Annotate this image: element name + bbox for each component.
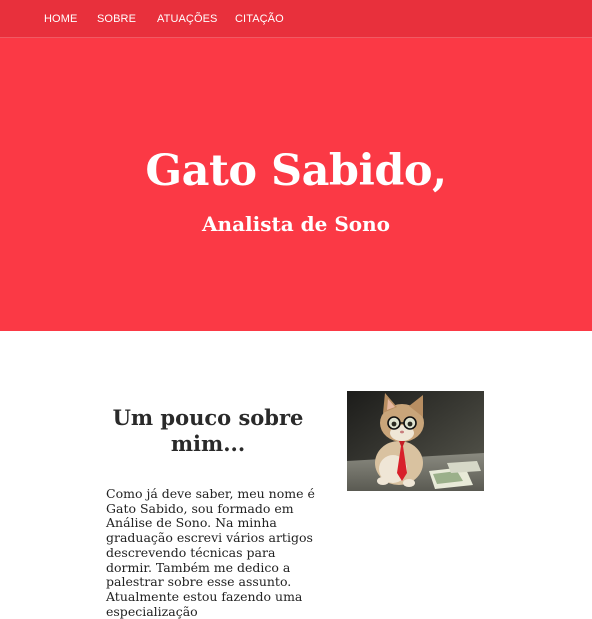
nav-link-atuacoes[interactable]: ATUAÇÕES <box>157 13 218 25</box>
nav-link-home[interactable]: HOME <box>44 13 77 25</box>
top-navbar: HOME SOBRE ATUAÇÕES CITAÇÃO <box>0 0 592 38</box>
hero-subtitle: Analista de Sono <box>202 212 390 236</box>
nav-link-sobre[interactable]: SOBRE <box>97 13 136 25</box>
about-heading: Um pouco sobre mim... <box>112 405 304 456</box>
cat-photo <box>347 391 484 491</box>
hero-banner: Gato Sabido, Analista de Sono <box>0 38 592 331</box>
about-paragraph: Como já deve saber, meu nome é Gato Sabi… <box>106 486 315 619</box>
hero-title: Gato Sabido, <box>145 146 447 196</box>
nav-link-citacao[interactable]: CITAÇÃO <box>235 13 284 25</box>
